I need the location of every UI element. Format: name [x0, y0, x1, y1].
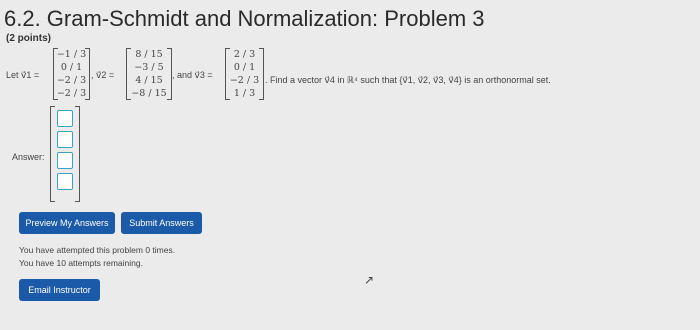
- v1-entry: −2 / 3: [56, 88, 87, 99]
- v2-entry: −8 / 15: [131, 88, 167, 99]
- v3-entry: −2 / 3: [229, 75, 260, 86]
- v2-label: , v⃗2 =: [91, 70, 115, 80]
- page-title: 6.2. Gram-Schmidt and Normalization: Pro…: [4, 6, 485, 31]
- v1-matrix: −1 / 3 0 / 1 −2 / 3 −2 / 3: [53, 48, 90, 100]
- answer-input[interactable]: [57, 152, 73, 169]
- answer-matrix: [50, 106, 80, 202]
- submit-answers-button[interactable]: Submit Answers: [121, 212, 202, 234]
- v1-entry: −1 / 3: [56, 49, 87, 60]
- v3-entry: 1 / 3: [233, 88, 256, 99]
- preview-answers-button[interactable]: Preview My Answers: [19, 212, 115, 234]
- v2-entry: 8 / 15: [135, 49, 163, 60]
- mouse-cursor-icon: ↗: [364, 273, 375, 287]
- v2-entry: −3 / 5: [134, 62, 164, 73]
- v3-entry: 2 / 3: [233, 49, 256, 60]
- answer-input[interactable]: [57, 173, 73, 190]
- points-label: (2 points): [6, 33, 51, 44]
- answer-input[interactable]: [57, 131, 73, 148]
- v1-label: Let v⃗1 =: [6, 70, 40, 80]
- remaining-text: You have 10 attempts remaining.: [19, 258, 143, 268]
- email-instructor-button[interactable]: Email Instructor: [19, 279, 100, 301]
- answer-input[interactable]: [57, 110, 73, 127]
- v2-matrix: 8 / 15 −3 / 5 4 / 15 −8 / 15: [126, 48, 172, 100]
- answer-label: Answer:: [12, 152, 45, 162]
- v3-label: , and v⃗3 =: [172, 70, 213, 80]
- v1-entry: −2 / 3: [56, 75, 87, 86]
- v3-matrix: 2 / 3 0 / 1 −2 / 3 1 / 3: [225, 48, 264, 100]
- v1-entry: 0 / 1: [60, 62, 83, 73]
- v2-entry: 4 / 15: [135, 75, 163, 86]
- problem-statement: . Find a vector v⃗4 in ℝ⁴ such that {v⃗1…: [265, 75, 551, 85]
- attempts-text: You have attempted this problem 0 times.: [19, 245, 176, 255]
- v3-entry: 0 / 1: [233, 62, 256, 73]
